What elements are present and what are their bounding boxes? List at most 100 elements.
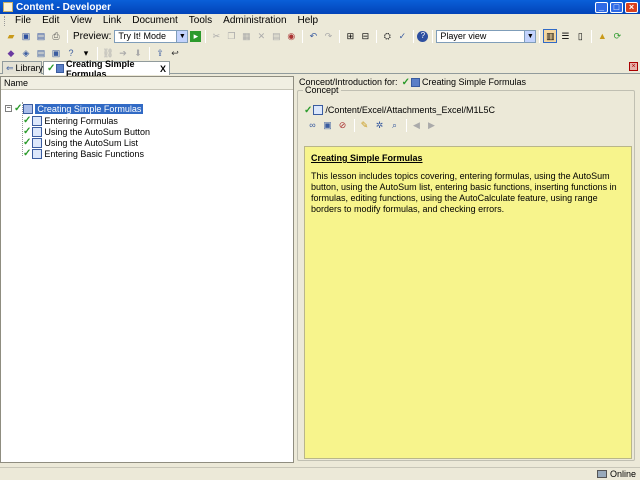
new-module-icon[interactable]: ◆ (4, 46, 18, 60)
title-bar: Content - Developer _ □ × (0, 0, 640, 14)
concept-path-row: ✓ /Content/Excel/Attachments_Excel/M1L5C (304, 104, 495, 116)
concept-pane: Concept/Introduction for: ✓ Creating Sim… (296, 76, 640, 463)
help-icon[interactable]: ? (417, 30, 429, 42)
concept-path: /Content/Excel/Attachments_Excel/M1L5C (325, 105, 495, 115)
back-icon[interactable]: ◀ (410, 119, 423, 132)
checkmark-icon: ✓ (23, 126, 32, 137)
module-icon (410, 77, 420, 87)
refresh-icon[interactable]: ⟳ (610, 29, 624, 43)
checkmark-icon: ✓ (304, 104, 313, 116)
tree-node-label: Using the AutoSum List (44, 137, 138, 148)
new-section-icon[interactable]: ◈ (19, 46, 33, 60)
concept-content: Creating Simple Formulas This lesson inc… (304, 146, 632, 459)
collapse-icon[interactable]: ⊟ (358, 29, 372, 43)
menu-link[interactable]: Link (99, 15, 128, 26)
menu-edit[interactable]: Edit (38, 15, 66, 26)
preview-icon[interactable]: ⌕ (388, 119, 401, 132)
paste-icon[interactable]: ▦ (239, 29, 253, 43)
toolbar-separator (67, 29, 68, 43)
menu-file[interactable]: File (11, 15, 38, 26)
new-topic-icon[interactable]: ▤ (34, 46, 48, 60)
tab-library[interactable]: ⇐ Library (2, 61, 44, 74)
outline-pane: Name − ✓ Creating Simple Formulas ✓ Ente… (0, 76, 294, 463)
close-all-icon[interactable]: × (629, 62, 638, 71)
checkmark-icon: ✓ (14, 103, 23, 114)
concept-group-label: Concept (303, 85, 341, 95)
new-package-icon[interactable]: ▣ (49, 46, 63, 60)
close-tab-icon[interactable]: X (160, 64, 166, 74)
publish-icon[interactable]: ▲ (595, 29, 609, 43)
connection-status: Online (609, 469, 636, 479)
checkmark-icon: ✓ (401, 76, 410, 88)
concept-toolbar: ∞ ▣ ⊘ ✎ ✲ ⌕ ◀ ▶ (306, 119, 440, 132)
module-icon (23, 103, 34, 114)
view-mode-select[interactable]: Player view ▼ (436, 29, 537, 43)
menu-help[interactable]: Help (294, 15, 326, 26)
tree-node[interactable]: ✓ Entering Formulas (23, 115, 118, 126)
undo-icon[interactable]: ↶ (306, 29, 320, 43)
delete-icon[interactable]: ✕ (254, 29, 268, 43)
binoculars-icon[interactable]: ⛭ (380, 29, 394, 43)
tab-creating-simple-formulas[interactable]: ✓ Creating Simple Formulas X (43, 59, 170, 79)
save-icon[interactable]: ▣ (19, 29, 33, 43)
tree-node[interactable]: ✓ Using the AutoSum List (23, 137, 138, 148)
topic-icon (32, 148, 43, 159)
menu-tools[interactable]: Tools (185, 15, 219, 26)
toolbar-grip[interactable] (4, 15, 7, 26)
open-icon[interactable]: ▰ (4, 29, 18, 43)
menu-bar: File Edit View Link Document Tools Admin… (0, 14, 640, 27)
tree-node[interactable]: ✓ Entering Basic Functions (23, 148, 144, 159)
find-icon[interactable]: ◉ (284, 29, 298, 43)
checkmark-icon: ✓ (47, 63, 56, 74)
tree-node[interactable]: ✓ Using the AutoSum Button (23, 126, 150, 137)
concept-body: This lesson includes topics covering, en… (311, 171, 617, 214)
cut-icon[interactable]: ✂ (209, 29, 223, 43)
expand-icon[interactable]: ⊞ (343, 29, 357, 43)
collapse-node-icon[interactable]: − (5, 105, 12, 112)
open-document-icon[interactable]: ▣ (321, 119, 334, 132)
connection-icon (596, 470, 607, 478)
tree-node-label: Entering Basic Functions (44, 148, 144, 159)
properties-icon[interactable]: ▤ (269, 29, 283, 43)
layout-horizontal-icon[interactable]: ☰ (558, 29, 572, 43)
tab-library-label: Library (15, 63, 44, 73)
column-header-name[interactable]: Name (1, 77, 293, 90)
menu-document[interactable]: Document (128, 15, 185, 26)
topic-icon (32, 115, 43, 126)
spellcheck-icon[interactable]: ✓ (395, 29, 409, 43)
web-page-icon (313, 105, 324, 115)
module-icon (56, 64, 65, 73)
concept-heading[interactable]: Creating Simple Formulas (311, 153, 625, 163)
menu-view[interactable]: View (66, 15, 99, 26)
copy-icon[interactable]: ❐ (224, 29, 238, 43)
toolbar-separator (413, 29, 415, 43)
close-button[interactable]: × (625, 1, 638, 13)
preview-mode-select[interactable]: Try It! Mode ▼ (114, 29, 189, 43)
checkmark-icon: ✓ (23, 115, 32, 126)
toolbar-separator (205, 29, 207, 43)
preview-go-icon[interactable]: ▸ (190, 30, 202, 42)
forward-icon[interactable]: ▶ (425, 119, 438, 132)
layout-vertical-icon[interactable]: ▯ (573, 29, 587, 43)
edit-pencil-icon[interactable]: ✎ (358, 119, 371, 132)
print-icon[interactable]: ⎙ (49, 29, 63, 43)
tree-node-label: Using the AutoSum Button (44, 126, 150, 137)
undo-link-icon[interactable]: ↩ (168, 46, 182, 60)
tree-node-root[interactable]: − ✓ Creating Simple Formulas (5, 103, 144, 114)
main-toolbar: ▰ ▣ ▤ ⎙ Preview: Try It! Mode ▼ ▸ ✂ ❐ ▦ … (0, 28, 640, 44)
save-all-icon[interactable]: ▤ (34, 29, 48, 43)
remove-link-icon[interactable]: ⊘ (336, 119, 349, 132)
redo-icon[interactable]: ↷ (321, 29, 335, 43)
menu-administration[interactable]: Administration (219, 15, 293, 26)
checkmark-icon: ✓ (23, 137, 32, 148)
minimize-button[interactable]: _ (595, 1, 608, 13)
layout-single-pane-icon[interactable]: ▥ (543, 29, 558, 43)
concept-header: Concept/Introduction for: ✓ Creating Sim… (296, 76, 640, 88)
maximize-button[interactable]: □ (610, 1, 623, 13)
document-tabs: ⇐ Library ✓ Creating Simple Formulas X × (0, 59, 640, 79)
link-icon[interactable]: ∞ (306, 119, 319, 132)
concept-header-doc: Creating Simple Formulas (421, 77, 526, 87)
view-mode-value: Player view (440, 31, 487, 41)
toolbar-separator (354, 119, 355, 132)
properties-icon[interactable]: ✲ (373, 119, 386, 132)
